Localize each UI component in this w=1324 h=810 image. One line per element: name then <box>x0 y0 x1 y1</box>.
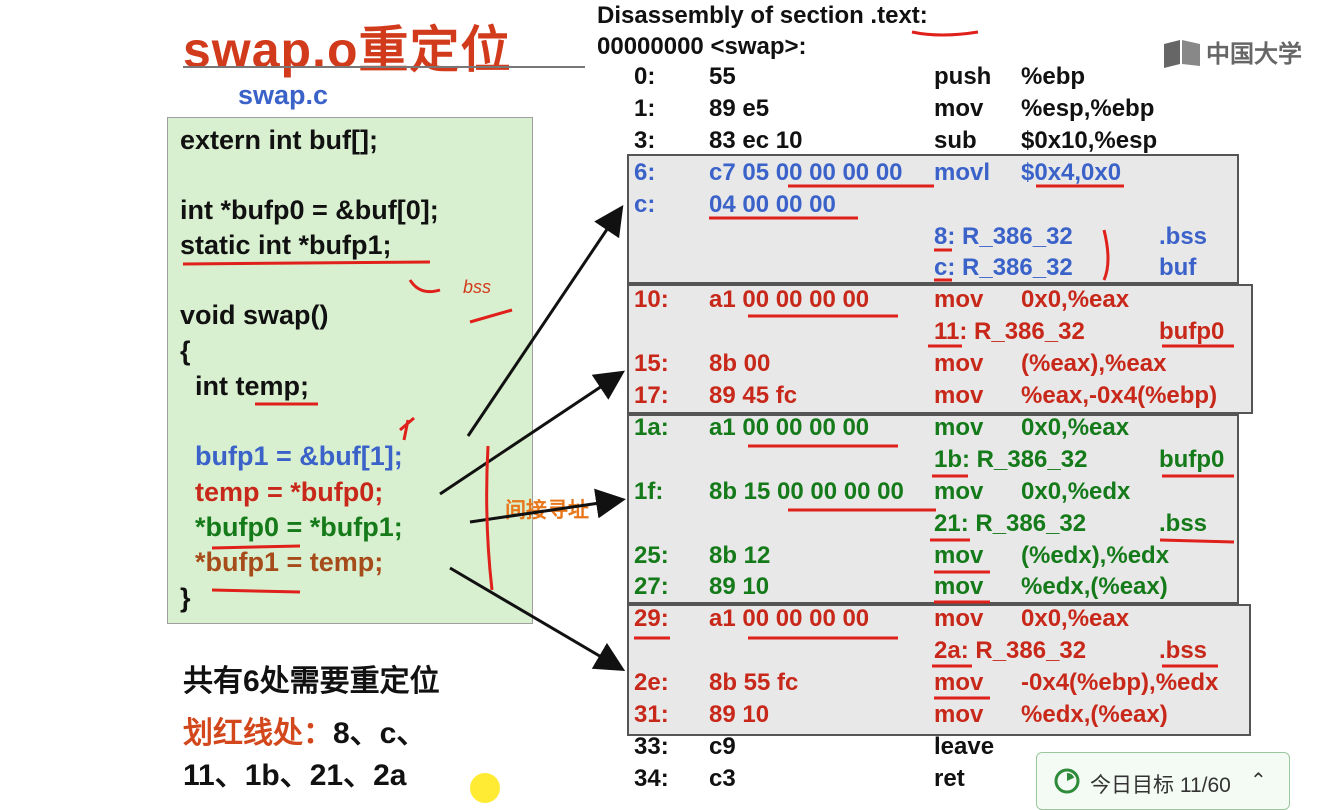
arrow-to-block-1 <box>466 205 624 437</box>
annotation-overlay <box>182 30 1235 700</box>
arrow-to-block-4 <box>449 566 626 672</box>
arrow-to-block-2 <box>439 370 625 496</box>
arrow-to-block-3 <box>469 488 626 524</box>
